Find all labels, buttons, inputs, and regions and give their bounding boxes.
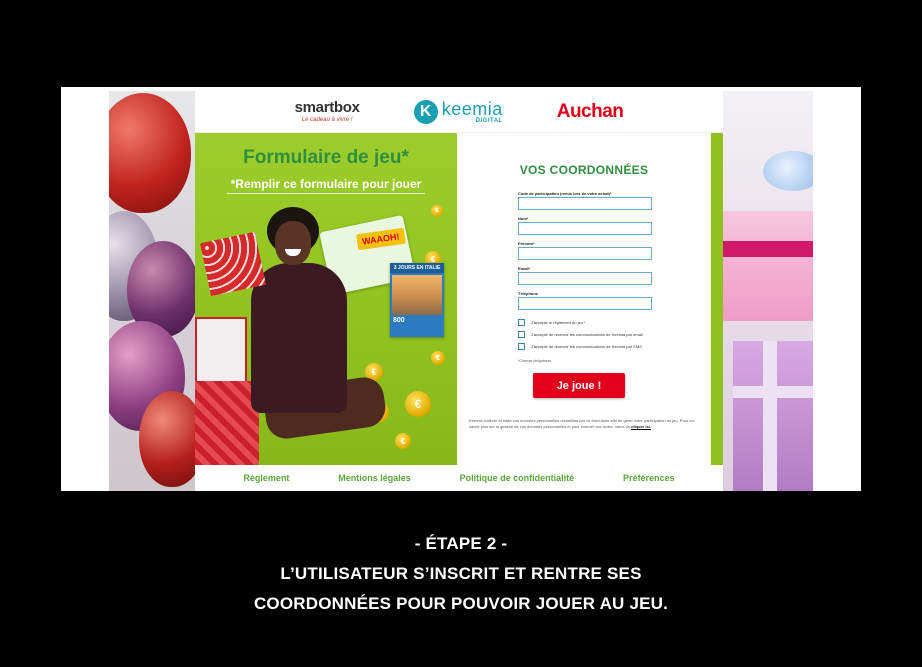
smartbox-giftbox-image: 3 JOURS EN ITALIE 800 bbox=[390, 263, 444, 337]
page-subtitle: *Remplir ce formulaire pour jouer bbox=[230, 177, 422, 191]
smartbox-logo[interactable]: smartbox Le cadeau à vivre ! bbox=[295, 100, 360, 123]
coin-icon: € bbox=[405, 391, 431, 417]
footer-link-legal[interactable]: Mentions légales bbox=[338, 473, 411, 483]
phone-field: Téléphone bbox=[518, 291, 652, 310]
keemia-logo[interactable]: K keemia DIGITAL bbox=[413, 98, 503, 124]
gift-box-stack bbox=[195, 381, 259, 465]
participation-code-input[interactable] bbox=[518, 197, 652, 210]
giftbox-number: 800 bbox=[393, 317, 405, 324]
gift-box-white bbox=[195, 317, 247, 383]
footer-nav: Règlement Mentions légales Politique de … bbox=[195, 465, 723, 491]
caption-line-1: L’UTILISATEUR S’INSCRIT ET RENTRE SES bbox=[280, 564, 642, 583]
rules-consent-row: J'accepte le règlement du jeu * bbox=[518, 319, 586, 326]
email-consent-label: J'accepte de recevoir les communications… bbox=[531, 332, 643, 337]
giftbox-title: 3 JOURS EN ITALIE bbox=[390, 263, 444, 273]
last-name-input[interactable] bbox=[518, 222, 652, 235]
required-fields-note: *Champs obligatoires bbox=[518, 359, 552, 363]
smartbox-tagline: Le cadeau à vivre ! bbox=[301, 117, 353, 123]
email-input[interactable] bbox=[518, 272, 652, 285]
registration-form: VOS COORDONNÉES Code de participation (r… bbox=[457, 133, 711, 465]
sms-consent-label: J'accepte de recevoir les communications… bbox=[531, 344, 642, 349]
gifts-decoration bbox=[723, 91, 813, 491]
title-divider bbox=[227, 193, 425, 194]
auchan-logo[interactable]: Auchan bbox=[557, 101, 624, 123]
rules-checkbox[interactable] bbox=[518, 319, 525, 326]
first-name-field: Prénom* bbox=[518, 241, 652, 260]
gift-box-red bbox=[199, 231, 267, 297]
form-heading: VOS COORDONNÉES bbox=[519, 163, 649, 177]
phone-input[interactable] bbox=[518, 297, 652, 310]
screenshot-frame: smartbox Le cadeau à vivre ! K keemia DI… bbox=[61, 87, 861, 491]
balloons-decoration bbox=[109, 91, 195, 491]
last-name-field: Nom* bbox=[518, 216, 652, 235]
participation-code-field: Code de participation (remis lors de vot… bbox=[518, 191, 652, 210]
privacy-link[interactable]: cliquer ici. bbox=[631, 424, 651, 429]
caption-line-2: COORDONNÉES POUR POUVOIR JOUER AU JEU. bbox=[253, 594, 669, 613]
footer-link-rules[interactable]: Règlement bbox=[243, 473, 289, 483]
colosseum-photo bbox=[392, 275, 442, 315]
play-button[interactable]: Je joue ! bbox=[533, 373, 625, 398]
rules-checkbox-label: J'accepte le règlement du jeu * bbox=[531, 320, 586, 325]
sms-consent-row: J'accepte de recevoir les communications… bbox=[518, 343, 642, 350]
page-title: Formulaire de jeu* bbox=[243, 147, 409, 168]
promo-panel: Formulaire de jeu* *Remplir ce formulair… bbox=[195, 133, 457, 465]
privacy-notice: Keemia collecte et traite vos données pe… bbox=[469, 418, 705, 430]
email-field: Email* bbox=[518, 266, 652, 285]
coin-icon: € bbox=[395, 433, 411, 449]
email-consent-row: J'accepte de recevoir les communications… bbox=[518, 331, 643, 338]
footer-link-preferences[interactable]: Préférences bbox=[623, 473, 675, 483]
caption-step: - ÉTAPE 2 - bbox=[414, 534, 508, 553]
privacy-notice-text: Keemia collecte et traite vos données pe… bbox=[469, 418, 694, 429]
model-face bbox=[275, 221, 311, 265]
partner-logos-header: smartbox Le cadeau à vivre ! K keemia DI… bbox=[195, 91, 723, 133]
smartbox-wordmark: smartbox bbox=[294, 99, 360, 116]
first-name-input[interactable] bbox=[518, 247, 652, 260]
model-body bbox=[251, 263, 347, 413]
coin-icon: € bbox=[431, 351, 445, 365]
keemia-k-icon: K bbox=[413, 99, 438, 124]
keemia-wordmark: keemia bbox=[441, 98, 503, 119]
green-accent-strip bbox=[711, 133, 723, 465]
coin-icon: € bbox=[431, 205, 443, 217]
footer-link-privacy[interactable]: Politique de confidentialité bbox=[460, 473, 575, 483]
email-consent-checkbox[interactable] bbox=[518, 331, 525, 338]
sms-consent-checkbox[interactable] bbox=[518, 343, 525, 350]
